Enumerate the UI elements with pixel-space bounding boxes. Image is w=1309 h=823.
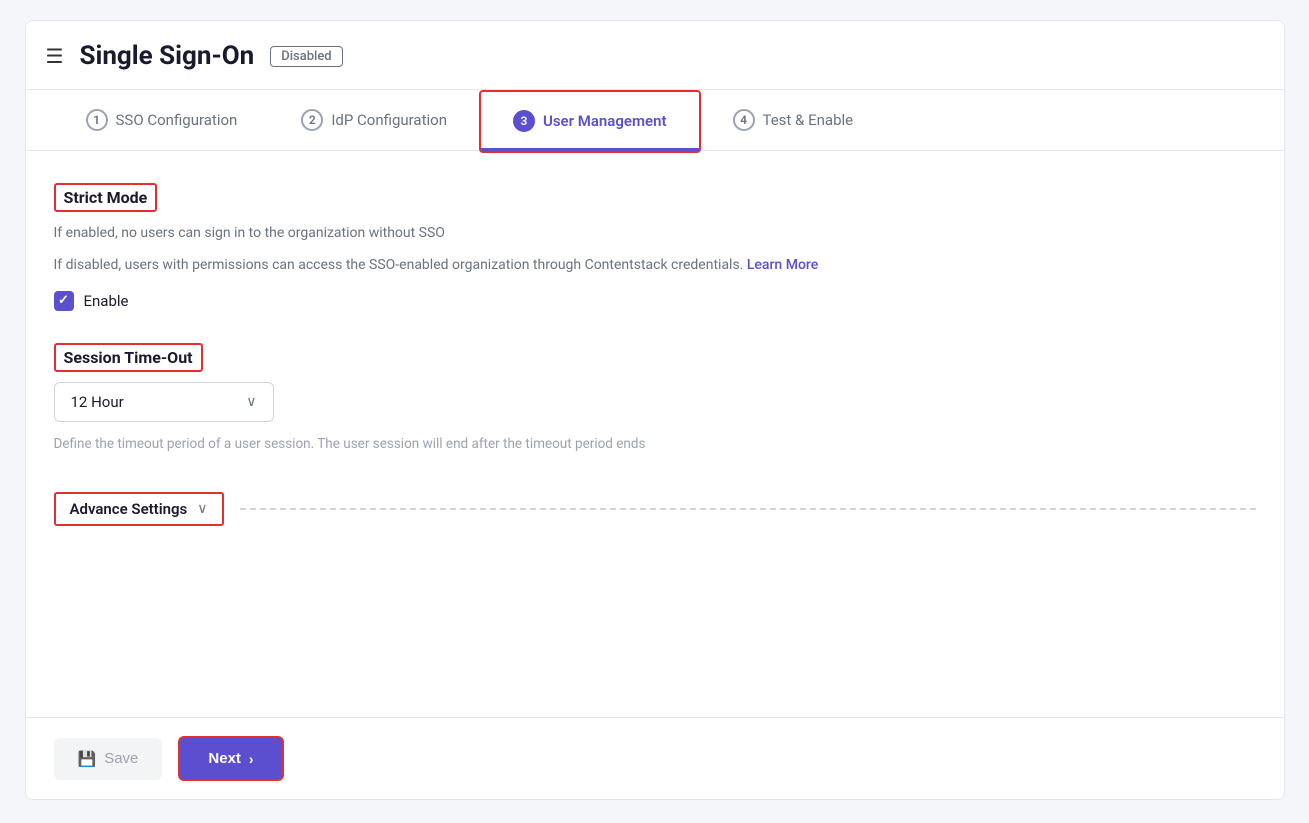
tab-number-1: 1 (86, 109, 108, 131)
checkmark-icon: ✓ (58, 293, 69, 308)
tab-test-enable[interactable]: 4 Test & Enable (701, 91, 886, 150)
dropdown-value: 12 Hour (71, 393, 235, 411)
learn-more-link[interactable]: Learn More (747, 257, 818, 273)
strict-mode-desc2: If disabled, users with permissions can … (54, 254, 1256, 276)
strict-mode-desc1: If enabled, no users can sign in to the … (54, 222, 1256, 244)
session-timeout-dropdown[interactable]: 12 Hour ∨ (54, 382, 274, 422)
footer: 💾 Save Next › (26, 717, 1284, 799)
tab-user-management[interactable]: 3 User Management (481, 92, 699, 151)
save-label: Save (104, 750, 138, 767)
page-title: Single Sign-On (79, 41, 254, 71)
strict-mode-checkbox-row: ✓ Enable (54, 291, 1256, 311)
advance-settings-toggle[interactable]: Advance Settings ∨ (54, 492, 224, 526)
status-badge: Disabled (270, 46, 342, 67)
tab-number-2: 2 (301, 109, 323, 131)
tab-number-3: 3 (513, 110, 535, 132)
save-button[interactable]: 💾 Save (54, 738, 163, 780)
tab-idp-configuration[interactable]: 2 IdP Configuration (269, 91, 479, 150)
strict-mode-title: Strict Mode (54, 183, 158, 212)
enable-checkbox[interactable]: ✓ (54, 291, 74, 311)
next-button[interactable]: Next › (178, 736, 283, 781)
session-timeout-title: Session Time-Out (54, 343, 203, 372)
tab-label-sso: SSO Configuration (116, 111, 238, 129)
strict-mode-title-wrapper: Strict Mode (54, 183, 1256, 212)
tab-label-test: Test & Enable (763, 111, 854, 129)
tab-label-user-mgmt: User Management (543, 112, 667, 130)
enable-label: Enable (84, 292, 129, 310)
next-arrow-icon: › (249, 751, 254, 767)
strict-mode-section: Strict Mode If enabled, no users can sig… (54, 183, 1256, 311)
next-label: Next (208, 750, 241, 767)
content-area: Strict Mode If enabled, no users can sig… (26, 151, 1284, 717)
advance-settings-label: Advance Settings (70, 500, 188, 518)
tab-sso-configuration[interactable]: 1 SSO Configuration (54, 91, 270, 150)
chevron-down-icon: ∨ (246, 394, 256, 410)
session-timeout-section: Session Time-Out 12 Hour ∨ Define the ti… (54, 343, 1256, 452)
session-timeout-hint: Define the timeout period of a user sess… (54, 436, 1256, 452)
menu-icon[interactable]: ☰ (46, 44, 64, 68)
tab-label-idp: IdP Configuration (331, 111, 447, 129)
chevron-down-icon: ∨ (197, 501, 207, 517)
main-container: ☰ Single Sign-On Disabled 1 SSO Configur… (25, 20, 1285, 800)
header: ☰ Single Sign-On Disabled (26, 21, 1284, 90)
save-icon: 💾 (78, 750, 97, 768)
tab-number-4: 4 (733, 109, 755, 131)
advance-settings-section: Advance Settings ∨ (54, 492, 1256, 526)
advance-settings-divider (240, 508, 1256, 510)
tab-user-management-wrapper: 3 User Management (479, 90, 701, 153)
tabs-container: 1 SSO Configuration 2 IdP Configuration … (26, 90, 1284, 151)
session-timeout-title-wrapper: Session Time-Out (54, 343, 1256, 372)
